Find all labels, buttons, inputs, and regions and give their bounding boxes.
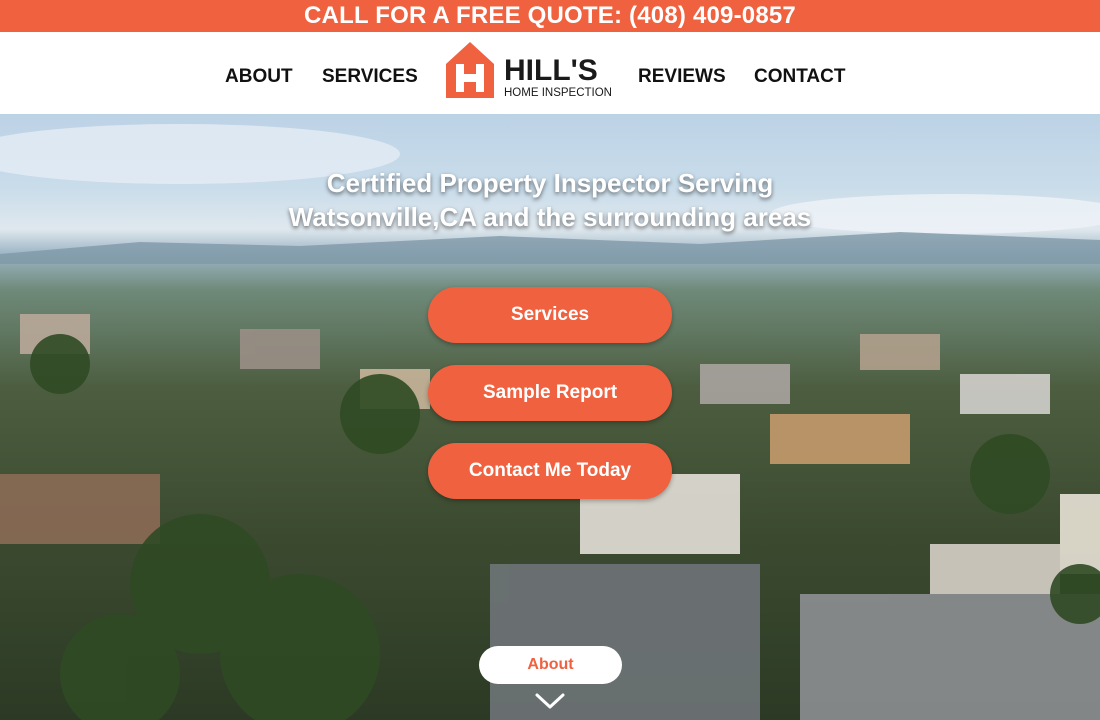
nav-services-link[interactable]: SERVICES [322, 66, 418, 88]
hero-heading-line1: Certified Property Inspector Serving [326, 168, 774, 198]
logo-tagline: HOME INSPECTION [504, 87, 612, 99]
about-button[interactable]: About [479, 646, 622, 684]
logo-name: HILL'S [504, 54, 598, 87]
nav-reviews-link[interactable]: REVIEWS [638, 66, 726, 88]
house-h-logo-icon [446, 42, 494, 98]
contact-me-button[interactable]: Contact Me Today [428, 443, 672, 499]
site-logo[interactable]: HILL'S HOME INSPECTION [444, 40, 612, 100]
hero-section: Certified Property Inspector Serving Wat… [0, 114, 1100, 720]
quote-banner[interactable]: CALL FOR A FREE QUOTE: (408) 409-0857 [0, 0, 1100, 32]
hero-heading-line2: Watsonville,CA and the surrounding areas [288, 202, 812, 232]
hero-heading: Certified Property Inspector Serving Wat… [0, 166, 1100, 234]
quote-banner-text[interactable]: CALL FOR A FREE QUOTE: (408) 409-0857 [304, 2, 796, 30]
nav-about-link[interactable]: ABOUT [225, 66, 293, 88]
chevron-down-icon[interactable] [534, 690, 566, 712]
sample-report-button[interactable]: Sample Report [428, 365, 672, 421]
services-button[interactable]: Services [428, 287, 672, 343]
nav-contact-link[interactable]: CONTACT [754, 66, 845, 88]
